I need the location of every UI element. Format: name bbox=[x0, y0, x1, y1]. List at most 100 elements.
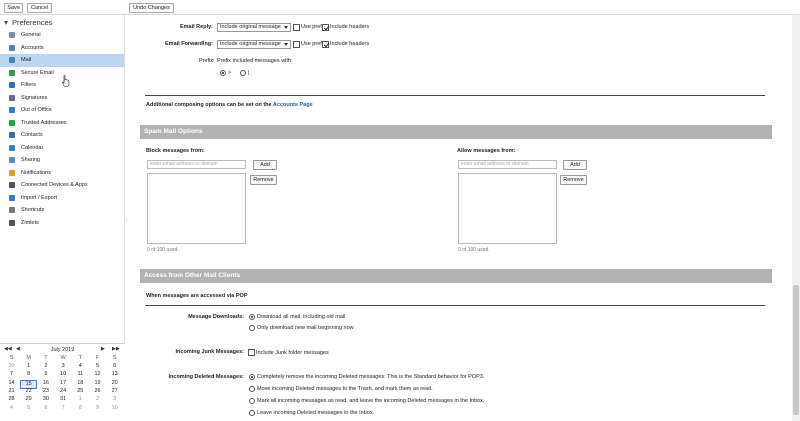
toolbar: Save Cancel Undo Changes bbox=[0, 0, 800, 15]
dropdown-arrow-icon bbox=[284, 26, 288, 29]
scrollbar-thumb[interactable] bbox=[793, 285, 799, 415]
contacts-icon bbox=[9, 132, 15, 138]
sidebar-item-import-export[interactable]: Import / Export bbox=[0, 192, 124, 205]
calendar-day[interactable]: 12 bbox=[89, 371, 106, 379]
deleted-option-radio[interactable] bbox=[249, 374, 255, 380]
calendar-day[interactable]: 10 bbox=[106, 405, 123, 413]
calendar-day[interactable]: 17 bbox=[55, 380, 72, 388]
calendar-day[interactable]: 5 bbox=[20, 405, 37, 413]
calendar-day[interactable]: 7 bbox=[55, 405, 72, 413]
calendar-day[interactable]: 8 bbox=[72, 405, 89, 413]
sidebar-item-notifications[interactable]: Notifications bbox=[0, 167, 124, 180]
block-list[interactable] bbox=[147, 173, 246, 244]
sidebar-item-trusted-addresses[interactable]: Trusted Addresses bbox=[0, 117, 124, 130]
next-month-button[interactable]: ▶ bbox=[101, 346, 105, 352]
calendar-day[interactable]: 4 bbox=[72, 363, 89, 371]
trusted-addresses-icon bbox=[9, 119, 15, 126]
download-all-radio[interactable] bbox=[249, 314, 255, 320]
sidebar-item-label: Sharing bbox=[21, 157, 40, 163]
block-remove-button[interactable]: Remove bbox=[250, 175, 277, 185]
email-forwarding-select[interactable]: Include original message bbox=[217, 40, 291, 49]
prefix-gt-radio[interactable] bbox=[220, 70, 226, 76]
preferences-heading[interactable]: Preferences bbox=[4, 18, 52, 27]
reply-use-prefix-checkbox[interactable] bbox=[293, 24, 300, 31]
sidebar-item-zimlets[interactable]: Zimlets bbox=[0, 217, 124, 230]
calendar-day[interactable]: 23 bbox=[37, 388, 54, 396]
download-new-radio[interactable] bbox=[249, 325, 255, 331]
sidebar-item-mail[interactable]: Mail bbox=[0, 54, 124, 67]
calendar-day[interactable]: 9 bbox=[37, 371, 54, 379]
calendar-day[interactable]: 11 bbox=[72, 371, 89, 379]
calendar-day[interactable]: 7 bbox=[3, 371, 20, 379]
calendar-day[interactable]: 8 bbox=[20, 371, 37, 379]
main-scrollbar[interactable] bbox=[792, 15, 800, 421]
calendar-day[interactable]: 27 bbox=[106, 388, 123, 396]
calendar-day[interactable]: 31 bbox=[55, 396, 72, 404]
calendar-weekday: S bbox=[112, 355, 117, 361]
allow-email-input[interactable]: enter email address or domain bbox=[458, 160, 557, 169]
prefix-pipe-radio[interactable] bbox=[240, 70, 246, 76]
sidebar-item-shortcuts[interactable]: Shortcuts bbox=[0, 204, 124, 217]
allow-add-button[interactable]: Add bbox=[563, 160, 587, 170]
undo-changes-button[interactable]: Undo Changes bbox=[129, 3, 174, 13]
cancel-button[interactable]: Cancel bbox=[27, 3, 52, 13]
deleted-option-label: Leave incoming Deleted messages in the I… bbox=[257, 410, 375, 416]
sidebar-item-out-of-office[interactable]: Out of Office bbox=[0, 104, 124, 117]
calendar-day[interactable]: 14 bbox=[3, 380, 20, 388]
calendar-day[interactable]: 4 bbox=[3, 405, 20, 413]
calendar-day[interactable]: 30 bbox=[3, 363, 20, 371]
include-junk-checkbox[interactable] bbox=[248, 349, 255, 356]
preferences-heading-label: Preferences bbox=[12, 18, 53, 27]
filters-icon bbox=[9, 82, 15, 88]
include-junk-label: Include Junk folder messages bbox=[256, 350, 329, 356]
accounts-page-link[interactable]: Accounts Page bbox=[273, 102, 313, 108]
block-add-button[interactable]: Add bbox=[253, 160, 277, 170]
calendar-day[interactable]: 2 bbox=[37, 363, 54, 371]
pop-subtitle: When messages are accessed via POP bbox=[146, 293, 248, 299]
calendar-day[interactable]: 19 bbox=[89, 380, 106, 388]
sidebar-item-calendar[interactable]: Calendar bbox=[0, 142, 124, 155]
calendar-day[interactable]: 18 bbox=[72, 380, 89, 388]
calendar-day[interactable]: 25 bbox=[72, 388, 89, 396]
calendar-day[interactable]: 26 bbox=[89, 388, 106, 396]
calendar-day[interactable]: 16 bbox=[37, 380, 54, 388]
save-button[interactable]: Save bbox=[4, 3, 23, 13]
calendar-day[interactable]: 30 bbox=[37, 396, 54, 404]
block-email-input[interactable]: enter email address or domain bbox=[147, 160, 246, 169]
sidebar-item-accounts[interactable]: Accounts bbox=[0, 42, 124, 55]
forward-include-headers-checkbox[interactable] bbox=[322, 41, 329, 48]
calendar-day[interactable]: 24 bbox=[55, 388, 72, 396]
reply-include-headers-checkbox[interactable] bbox=[322, 24, 329, 31]
calendar-day[interactable]: 1 bbox=[20, 363, 37, 371]
calendar-day[interactable]: 9 bbox=[89, 405, 106, 413]
calendar-day[interactable]: 20 bbox=[106, 380, 123, 388]
sidebar-item-contacts[interactable]: Contacts bbox=[0, 129, 124, 142]
deleted-option-radio[interactable] bbox=[249, 410, 255, 416]
sidebar-item-sharing[interactable]: Sharing bbox=[0, 154, 124, 167]
calendar-day[interactable]: 1 bbox=[72, 396, 89, 404]
calendar-day[interactable]: 29 bbox=[20, 396, 37, 404]
calendar-day[interactable]: 5 bbox=[89, 363, 106, 371]
calendar-day[interactable]: 2 bbox=[89, 396, 106, 404]
allow-remove-button[interactable]: Remove bbox=[560, 175, 587, 185]
calendar-day[interactable]: 10 bbox=[55, 371, 72, 379]
calendar-day[interactable]: 21 bbox=[3, 388, 20, 396]
sidebar-item-connected-devices-apps[interactable]: Connected Devices & Apps bbox=[0, 179, 124, 192]
forward-use-prefix-checkbox[interactable] bbox=[293, 41, 300, 48]
email-reply-label: Email Reply: bbox=[179, 24, 213, 30]
calendar-day[interactable]: 22 bbox=[20, 388, 37, 396]
allow-list[interactable] bbox=[458, 173, 557, 244]
calendar-day[interactable]: 3 bbox=[55, 363, 72, 371]
calendar-day[interactable]: 28 bbox=[3, 396, 20, 404]
sash-handle[interactable]: · · · bbox=[126, 217, 128, 226]
sidebar-item-general[interactable]: General bbox=[0, 29, 124, 42]
email-reply-select[interactable]: Include original message bbox=[217, 23, 291, 32]
deleted-option-radio[interactable] bbox=[249, 398, 255, 404]
calendar-day[interactable]: 13 bbox=[106, 371, 123, 379]
calendar-day[interactable]: 6 bbox=[106, 363, 123, 371]
deleted-option-radio[interactable] bbox=[249, 386, 255, 392]
calendar-day[interactable]: 6 bbox=[37, 405, 54, 413]
next-year-button[interactable]: ▶▶ bbox=[112, 346, 120, 352]
sidebar-item-signatures[interactable]: Signatures bbox=[0, 92, 124, 105]
calendar-day[interactable]: 3 bbox=[106, 396, 123, 404]
